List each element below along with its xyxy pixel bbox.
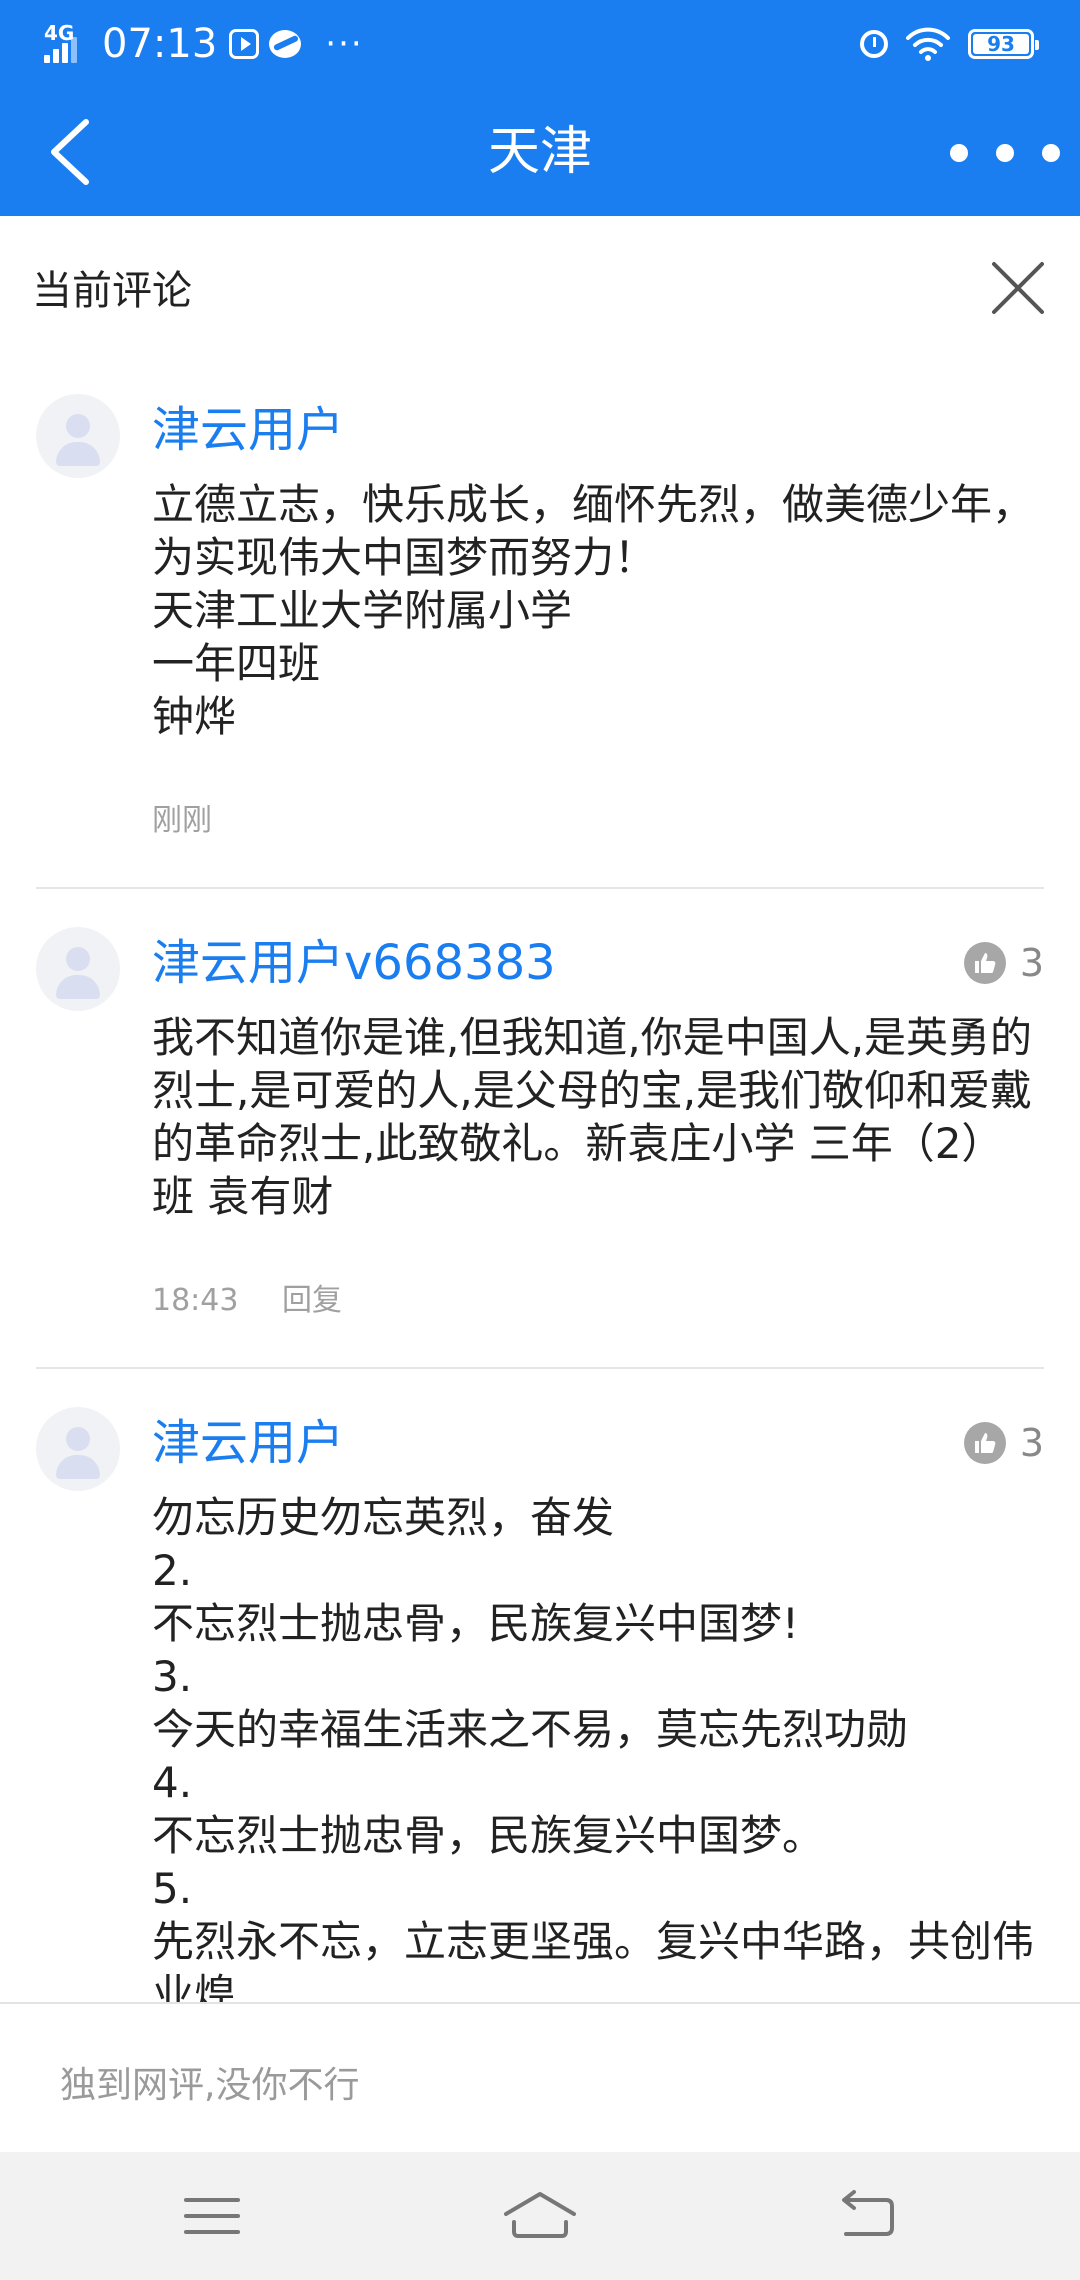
close-icon[interactable] xyxy=(982,252,1054,324)
comment-username[interactable]: 津云用户 xyxy=(152,394,1044,458)
back-icon[interactable] xyxy=(828,2186,908,2246)
dot-icon xyxy=(1042,144,1060,162)
thumbs-up-icon xyxy=(963,1422,1006,1464)
page-title: 天津 xyxy=(487,122,592,182)
battery-level: 93 xyxy=(987,32,1015,56)
avatar[interactable] xyxy=(36,927,120,1011)
comment-meta: 刚刚 xyxy=(152,795,1044,887)
dot-icon xyxy=(950,144,968,162)
avatar[interactable] xyxy=(36,394,120,478)
system-nav-bar xyxy=(0,2152,1080,2280)
reply-link[interactable]: 回复 xyxy=(282,1283,342,1318)
comments-panel-header: 当前评论 xyxy=(0,216,1080,356)
signal-icon: 4G xyxy=(44,23,92,65)
like-button[interactable]: 3 xyxy=(963,941,1044,985)
wifi-icon xyxy=(906,27,950,61)
comment-username[interactable]: 津云用户v668383 xyxy=(152,927,1044,991)
dot-icon xyxy=(996,144,1014,162)
menu-icon[interactable] xyxy=(172,2186,252,2246)
play-icon xyxy=(229,29,260,59)
battery-icon: 93 xyxy=(968,29,1039,59)
comment-meta: 18:43 回复 xyxy=(152,1275,1044,1367)
thumbs-up-icon xyxy=(963,942,1006,984)
comment-time: 18:43 xyxy=(152,1283,239,1318)
like-button[interactable]: 3 xyxy=(963,1421,1044,1465)
comment-input-bar[interactable]: 独到网评,没你不行 xyxy=(0,2002,1080,2152)
panel-title: 当前评论 xyxy=(32,268,192,314)
app-header: 天津 xyxy=(0,88,1080,216)
comment-text: 勿忘历史勿忘英烈，奋发 2. 不忘烈士抛忠骨，民族复兴中国梦! 3. 今天的幸福… xyxy=(152,1493,1035,2002)
network-type: 4G xyxy=(44,21,75,45)
comment-text: 立德立志，快乐成长，缅怀先烈，做美德少年，为实现伟大中国梦而努力！ 天津工业大学… xyxy=(152,480,1035,741)
comment-text: 我不知道你是谁,但我知道,你是中国人,是英勇的烈士,是可爱的人,是父母的宝,是我… xyxy=(152,1013,1033,1221)
status-bar: 4G 07:13 ··· 93 xyxy=(0,0,1080,88)
planet-icon xyxy=(269,30,302,58)
comment-item: 津云用户 立德立志，快乐成长，缅怀先烈，做美德少年，为实现伟大中国梦而努力！ 天… xyxy=(36,356,1044,889)
comment-time: 刚刚 xyxy=(152,803,212,838)
comment-username[interactable]: 津云用户 xyxy=(152,1407,1044,1471)
alarm-icon xyxy=(860,30,888,58)
more-options-button[interactable] xyxy=(950,128,1060,178)
status-time: 07:13 xyxy=(102,21,218,67)
home-icon[interactable] xyxy=(500,2186,580,2246)
avatar[interactable] xyxy=(36,1407,120,1491)
like-count: 3 xyxy=(1019,941,1044,985)
comment-input[interactable]: 独到网评,没你不行 xyxy=(60,2056,359,2108)
like-count: 3 xyxy=(1019,1421,1044,1465)
comment-item: 3 津云用户v668383 我不知道你是谁,但我知道,你是中国人,是英勇的烈士,… xyxy=(36,889,1044,1369)
status-overflow: ··· xyxy=(325,24,364,64)
comment-item: 3 津云用户 勿忘历史勿忘英烈，奋发 2. 不忘烈士抛忠骨，民族复兴中国梦! 3… xyxy=(36,1369,1044,2002)
comment-list[interactable]: 津云用户 立德立志，快乐成长，缅怀先烈，做美德少年，为实现伟大中国梦而努力！ 天… xyxy=(0,356,1080,2002)
